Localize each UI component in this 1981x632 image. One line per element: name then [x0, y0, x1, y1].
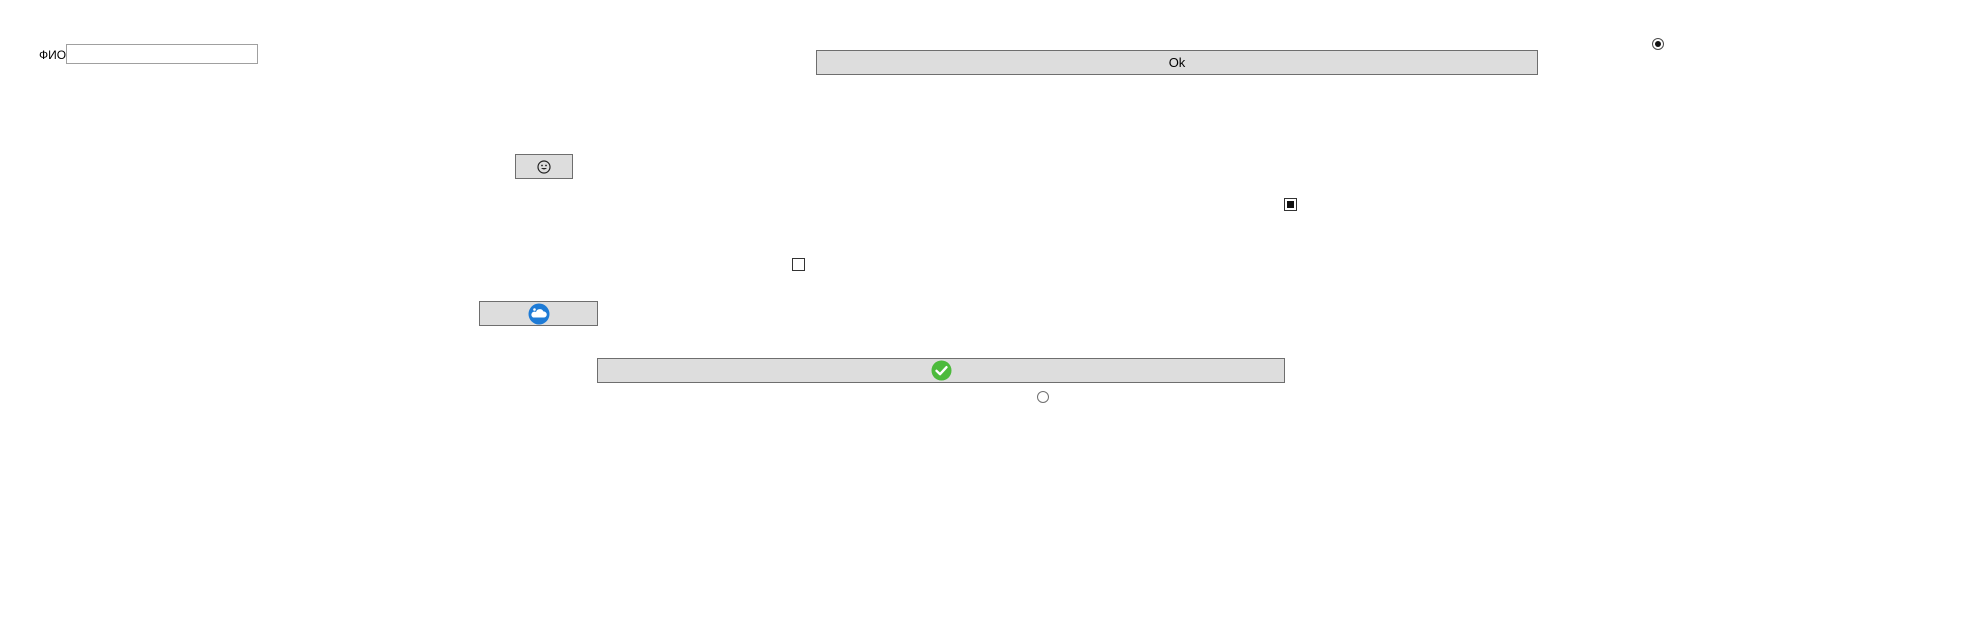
ok-button[interactable]: Ok — [816, 50, 1538, 75]
cloud-button[interactable] — [479, 301, 598, 326]
ok-button-label: Ok — [1168, 55, 1186, 70]
fio-label: ФИО — [39, 48, 67, 62]
confirm-check-button[interactable] — [597, 358, 1285, 383]
fio-input[interactable] — [66, 44, 258, 64]
smiley-button[interactable] — [515, 154, 573, 179]
checkbox-right[interactable] — [1284, 198, 1297, 211]
radio-top-right[interactable] — [1652, 38, 1664, 50]
page-canvas: ФИО Ok — [0, 0, 1981, 632]
smiley-face-icon — [537, 159, 551, 174]
green-checkmark-icon — [931, 360, 952, 381]
checkbox-middle[interactable] — [792, 258, 805, 271]
radio-bottom[interactable] — [1037, 391, 1049, 403]
cloud-icon — [528, 303, 550, 325]
